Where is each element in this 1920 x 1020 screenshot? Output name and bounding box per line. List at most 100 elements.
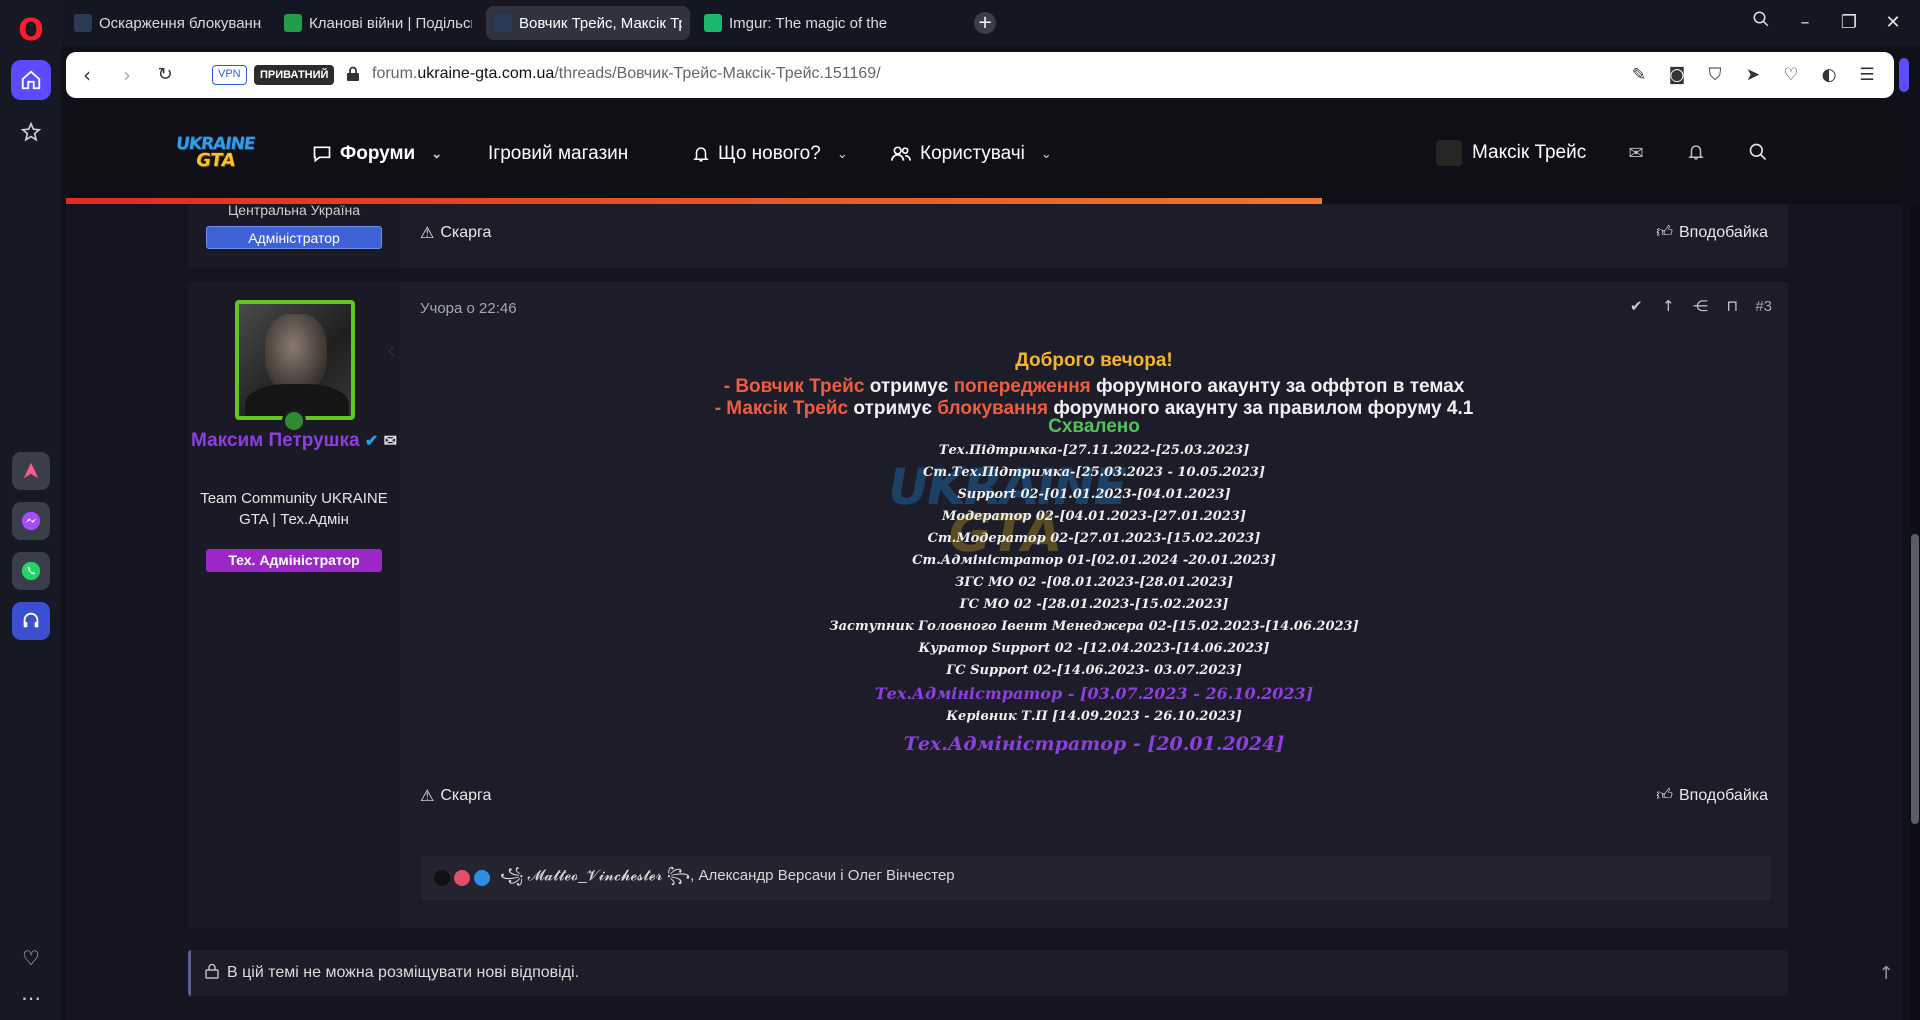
sidebar-toggle[interactable] bbox=[1899, 58, 1909, 92]
heart-outline-icon[interactable]: ♡ bbox=[1778, 62, 1804, 88]
user-avatar bbox=[1436, 140, 1462, 166]
thread-locked-notice: В цій темі не можна розміщувати нові від… bbox=[188, 950, 1788, 996]
history-line: Ст.Модератор 02-[27.01.2023-[15.02.2023] bbox=[927, 531, 1261, 546]
tab-title: Imgur: The magic of the Internet bbox=[729, 14, 892, 32]
reactions-bar[interactable]: ꧁ 𝓜𝓪𝓽𝓽𝓮𝓸_𝓥𝓲𝓷𝓬𝓱𝓮𝓼𝓽𝓮𝓻 ꧂, Александр Версачи… bbox=[422, 856, 1770, 900]
browser-sidebar: O ♡ ⋯ bbox=[0, 0, 62, 1020]
forum-favicon-icon bbox=[74, 14, 92, 32]
post-date[interactable]: Учора о 22:46 bbox=[420, 300, 517, 317]
maximize-icon[interactable]: ❐ bbox=[1836, 10, 1862, 36]
menu-icon[interactable]: ☰ bbox=[1854, 62, 1880, 88]
address-bar[interactable]: ‹ › ↻ VPN ПРИВАТНИЙ forum.ukraine-gta.co… bbox=[66, 52, 1894, 98]
nav-shop-label: Ігровий магазин bbox=[488, 143, 629, 164]
history-line: Тех.Підтримка-[27.11.2022-[25.03.2023] bbox=[938, 443, 1250, 458]
scrollbar-thumb[interactable] bbox=[1911, 534, 1919, 824]
post-author-column: Центральна Україна Адміністратор bbox=[188, 202, 400, 268]
vpn-badge[interactable]: VPN bbox=[212, 65, 247, 85]
page-scrollbar[interactable] bbox=[1910, 204, 1920, 1020]
nav-whats-new[interactable]: Що нового? ⌄ bbox=[692, 140, 848, 168]
chevron-down-icon[interactable]: ⌄ bbox=[431, 146, 442, 162]
author-location: Центральна Україна bbox=[227, 202, 361, 218]
like-button[interactable]: 👍︎ Вподобайка bbox=[1656, 223, 1768, 242]
like-button[interactable]: 👍︎ Вподобайка bbox=[1656, 786, 1768, 805]
thumbs-up-icon: 👍︎ bbox=[1656, 224, 1673, 241]
history-line-highlight: Тех.Адміністратор - [03.07.2023 - 26.10.… bbox=[874, 684, 1314, 703]
back-icon[interactable]: ‹ bbox=[74, 62, 100, 88]
bell-icon[interactable] bbox=[1684, 142, 1708, 166]
nav-shop[interactable]: Ігровий магазин bbox=[488, 140, 628, 168]
forward-icon[interactable]: › bbox=[114, 62, 140, 88]
tab-bar: Оскарження блокування Кланові війни | По… bbox=[62, 0, 1920, 46]
tab-imgur[interactable]: Imgur: The magic of the Internet bbox=[696, 6, 900, 40]
search-icon[interactable] bbox=[1746, 142, 1770, 166]
new-tab-button[interactable]: + bbox=[974, 12, 996, 34]
message-icon[interactable]: ✉ bbox=[384, 433, 397, 450]
chevron-down-icon[interactable]: ⌄ bbox=[1041, 146, 1052, 162]
author-name-text: Максим Петрушка bbox=[191, 430, 360, 451]
greeting: Доброго вечора! bbox=[1015, 350, 1173, 371]
like-label: Вподобайка bbox=[1679, 786, 1768, 804]
music-player-icon[interactable] bbox=[12, 602, 50, 640]
report-label: Скарга bbox=[440, 787, 492, 804]
logo-text-2: GTA bbox=[194, 150, 237, 171]
history-line: Керівник Т.П [14.09.2023 - 26.10.2023] bbox=[946, 709, 1242, 724]
account-menu[interactable]: Максік Трейс bbox=[1436, 140, 1586, 166]
report-link[interactable]: ⚠ Скарга bbox=[420, 786, 491, 806]
history-line: ЗГС МО 02 -[08.01.2023-[28.01.2023] bbox=[954, 575, 1234, 590]
check-icon[interactable]: ✔ bbox=[1627, 296, 1645, 316]
reaction-heart-icon bbox=[454, 870, 470, 886]
verified-icon: ✔ bbox=[364, 433, 379, 450]
tab-clan-wars[interactable]: Кланові війни | Подільська bbox=[276, 6, 480, 40]
post-author-column: Максим Петрушка ✔ ✉ Team Community UKRAI… bbox=[188, 282, 400, 928]
send-icon[interactable]: ➤ bbox=[1740, 62, 1766, 88]
whatsapp-icon[interactable] bbox=[12, 552, 50, 590]
opera-logo-icon[interactable]: O bbox=[11, 10, 51, 50]
tab-appeal[interactable]: Оскарження блокування bbox=[66, 6, 270, 40]
tab-search-icon[interactable] bbox=[1748, 10, 1774, 36]
history-line: Куратор Support 02 -[12.04.2023-[14.06.2… bbox=[918, 641, 1270, 656]
post-number[interactable]: #3 bbox=[1755, 298, 1772, 315]
close-icon[interactable]: ✕ bbox=[1880, 10, 1906, 36]
imgur-favicon-icon bbox=[704, 14, 722, 32]
heart-icon[interactable]: ♡ bbox=[11, 938, 51, 978]
star-icon[interactable] bbox=[11, 112, 51, 152]
url-text[interactable]: forum.ukraine-gta.com.ua/threads/Вовчик-… bbox=[372, 65, 881, 83]
forum-header: UKRAINE GTA Форуми ⌄ Ігровий магазин Що … bbox=[66, 104, 1902, 204]
report-label: Скарга bbox=[440, 224, 492, 241]
site-logo[interactable]: UKRAINE GTA bbox=[175, 134, 256, 174]
role-badge: Тех. Адміністратор bbox=[206, 549, 382, 572]
nav-users-label: Користувачі bbox=[920, 143, 1025, 164]
bell-icon bbox=[693, 147, 709, 162]
url-host: ukraine-gta.com.ua bbox=[417, 65, 555, 82]
lock-icon[interactable] bbox=[346, 66, 360, 86]
chat-icon bbox=[313, 146, 331, 163]
user-name: Вовчик Трейс bbox=[735, 376, 865, 397]
more-icon[interactable]: ⋯ bbox=[11, 978, 51, 1018]
chevron-down-icon[interactable]: ⌄ bbox=[837, 146, 848, 162]
mail-icon[interactable]: ✉ bbox=[1624, 142, 1648, 166]
nav-users[interactable]: Користувачі ⌄ bbox=[890, 140, 1052, 168]
home-icon[interactable] bbox=[11, 60, 51, 100]
bookmark-icon[interactable]: ⊓ bbox=[1723, 296, 1741, 316]
minimize-icon[interactable]: – bbox=[1792, 10, 1818, 36]
share-icon[interactable]: ⋲ bbox=[1691, 296, 1709, 316]
scroll-to-top-icon[interactable]: ↑ bbox=[1872, 960, 1900, 988]
report-link[interactable]: ⚠ Скарга bbox=[420, 223, 491, 243]
reload-icon[interactable]: ↻ bbox=[152, 62, 178, 88]
nav-forums[interactable]: Форуми ⌄ bbox=[312, 140, 442, 168]
camera-icon[interactable]: ◙ bbox=[1664, 62, 1690, 88]
history-line: Заступник Головного Івент Менеджера 02-[… bbox=[829, 619, 1359, 634]
tab-current-thread[interactable]: Вовчик Трейс, Максік Трейс bbox=[486, 6, 690, 40]
messenger-icon[interactable] bbox=[12, 502, 50, 540]
author-avatar[interactable] bbox=[235, 300, 355, 420]
warning-icon: ⚠ bbox=[420, 225, 435, 242]
aria-icon[interactable] bbox=[12, 452, 50, 490]
shield-icon[interactable]: ⛉ bbox=[1702, 62, 1728, 88]
author-name[interactable]: Максим Петрушка ✔ ✉ bbox=[188, 428, 400, 455]
battery-icon[interactable]: ◐ bbox=[1816, 62, 1842, 88]
edit-icon[interactable]: ✎ bbox=[1626, 62, 1652, 88]
post-tools: ✔ ↑ ⋲ ⊓ #3 bbox=[1627, 296, 1772, 316]
arrow-up-icon[interactable]: ↑ bbox=[1659, 296, 1677, 316]
reactions-users[interactable]: ꧁ 𝓜𝓪𝓽𝓽𝓮𝓸_𝓥𝓲𝓷𝓬𝓱𝓮𝓼𝓽𝓮𝓻 ꧂, Александр Версачи… bbox=[500, 863, 955, 894]
like-label: Вподобайка bbox=[1679, 223, 1768, 241]
